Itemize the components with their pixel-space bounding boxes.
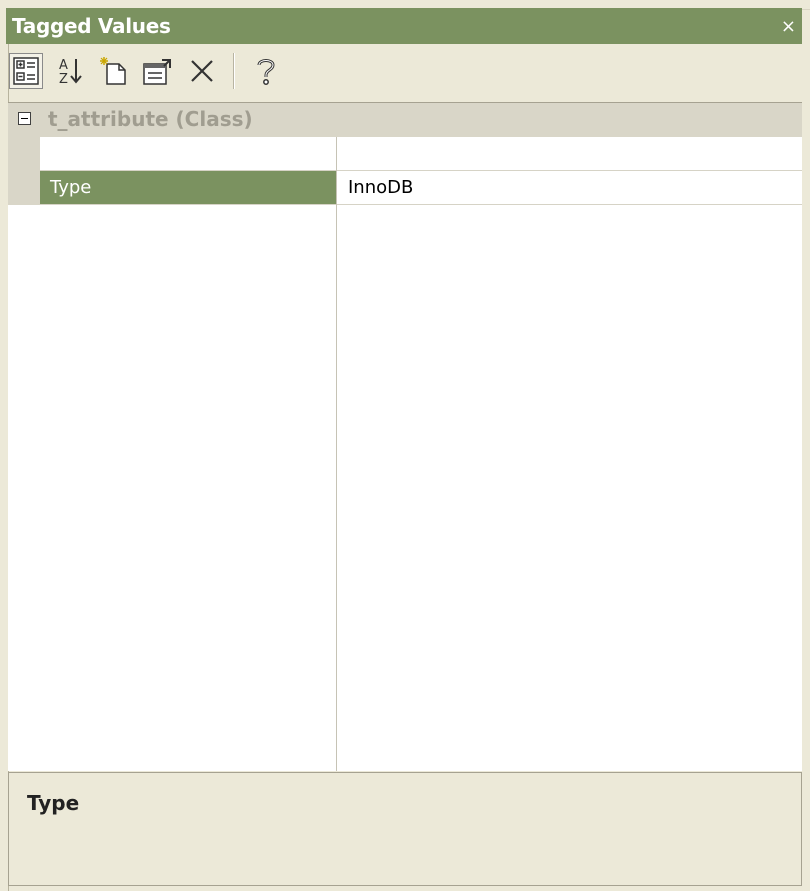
category-row[interactable]: t_attribute (Class) xyxy=(8,103,802,137)
description-title: Type xyxy=(27,791,80,815)
properties-button[interactable] xyxy=(141,53,175,89)
help-icon xyxy=(257,59,275,85)
panel-title-bar[interactable]: Tagged Values × xyxy=(6,8,802,44)
description-pane: Type xyxy=(8,772,802,886)
delete-icon xyxy=(191,60,213,82)
property-grid: t_attribute (Class) Type InnoDB xyxy=(8,102,802,771)
property-name: Type xyxy=(40,171,336,204)
property-row-type[interactable]: Type InnoDB xyxy=(40,171,802,205)
delete-button[interactable] xyxy=(185,53,219,89)
properties-icon xyxy=(143,59,171,85)
property-value[interactable] xyxy=(338,137,802,170)
sort-alphabetical-button[interactable]: A Z xyxy=(53,53,87,89)
toolbar: A Z xyxy=(6,46,802,96)
panel-title: Tagged Values xyxy=(12,14,171,38)
svg-text:A: A xyxy=(59,58,68,73)
help-button[interactable] xyxy=(249,53,283,89)
collapse-toggle-icon[interactable] xyxy=(18,112,31,125)
new-tag-button[interactable] xyxy=(97,53,131,89)
categorized-view-icon xyxy=(13,57,39,85)
property-row-empty[interactable] xyxy=(40,137,802,171)
toolbar-separator xyxy=(233,53,235,89)
category-label: t_attribute (Class) xyxy=(48,107,253,131)
column-separator[interactable] xyxy=(336,137,337,771)
row-gutter xyxy=(8,137,40,205)
close-icon[interactable]: × xyxy=(781,16,796,37)
categorized-view-button[interactable] xyxy=(9,53,43,89)
property-value[interactable]: InnoDB xyxy=(338,171,802,204)
sort-alphabetical-icon: A Z xyxy=(59,58,82,86)
property-name xyxy=(40,137,336,170)
new-tag-icon xyxy=(100,57,126,85)
svg-text:Z: Z xyxy=(59,72,68,86)
